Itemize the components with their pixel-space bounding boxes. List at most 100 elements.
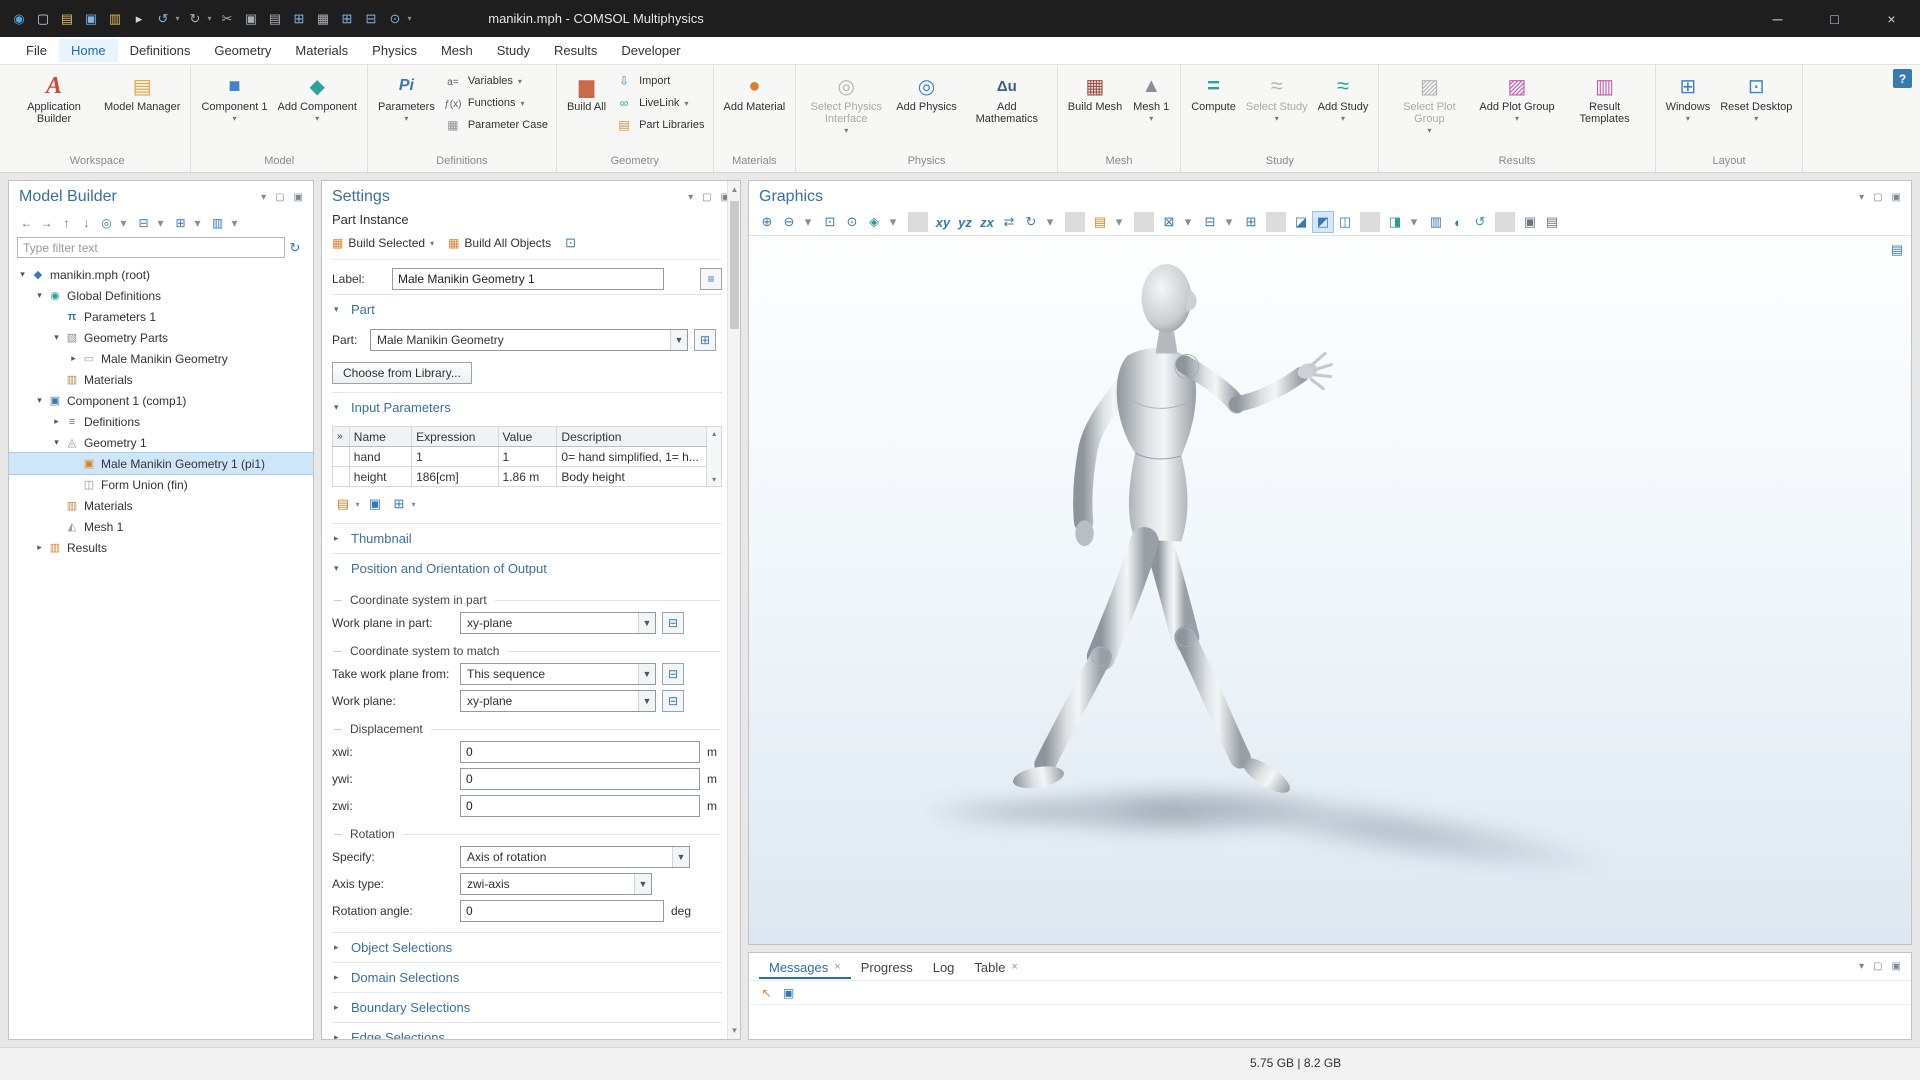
scene-settings-icon[interactable]: ▤ — [1090, 212, 1110, 232]
tree-item-geometry-parts[interactable]: ▾Geometry Parts — [9, 327, 313, 348]
dock-panel-icon[interactable]: ▣ — [294, 192, 303, 203]
reset-desktop-button[interactable]: Reset Desktop ▾ — [1716, 68, 1796, 126]
section-object-selections[interactable]: ▸ Object Selections — [332, 932, 722, 962]
column-header[interactable]: Name — [349, 427, 411, 447]
float-panel-icon[interactable]: ▢ — [275, 192, 284, 203]
redo-icon[interactable]: ↻ — [184, 8, 206, 30]
deselect-menu-icon[interactable]: ▾ — [1219, 212, 1239, 232]
ywi-input[interactable] — [460, 768, 700, 790]
menu-tab-materials[interactable]: Materials — [283, 39, 360, 62]
result-templates-button[interactable]: Result Templates — [1561, 68, 1649, 128]
build-all-objects-button[interactable]: ▦ Build All Objects — [448, 236, 551, 250]
param-expression[interactable]: 186[cm] — [412, 467, 498, 487]
clip-plane-icon[interactable]: ◨ — [1385, 212, 1405, 232]
tab-messages[interactable]: Messages × — [759, 955, 851, 979]
variables-button[interactable]: Variables ▾ — [443, 72, 548, 90]
open-file-icon[interactable]: ▤ — [56, 8, 78, 30]
go-to-part-icon[interactable]: ⊞ — [694, 329, 716, 351]
load-menu-icon[interactable]: ▾ — [353, 493, 362, 515]
undo-icon[interactable]: ↺ — [152, 8, 174, 30]
expander-icon[interactable]: ▾ — [32, 290, 47, 301]
go-to-zx-view-icon[interactable]: zx — [977, 212, 997, 232]
float-panel-icon[interactable]: ▢ — [1873, 961, 1882, 972]
separator[interactable] — [1134, 212, 1154, 232]
menu-tab-definitions[interactable]: Definitions — [118, 39, 203, 62]
scene-menu-icon[interactable]: ▾ — [1109, 212, 1129, 232]
go-forward-icon[interactable]: → — [37, 213, 56, 232]
go-to-xy-view-icon[interactable]: xy — [933, 212, 953, 232]
scroll-down-icon[interactable]: ▼ — [728, 1026, 741, 1035]
preview-icon[interactable]: ▸ — [128, 8, 150, 30]
environment-reset-icon[interactable]: ↺ — [1470, 212, 1490, 232]
parameters-button[interactable]: Parameters ▾ — [374, 68, 439, 126]
section-position-orientation[interactable]: ▾ Position and Orientation of Output — [332, 553, 722, 583]
add-mathematics-button[interactable]: Add Mathematics — [963, 68, 1051, 128]
table-select-all[interactable]: » — [333, 427, 350, 447]
menu-tab-developer[interactable]: Developer — [609, 39, 692, 62]
select-study-button[interactable]: Select Study ▾ — [1242, 68, 1312, 126]
print-icon[interactable]: ▤ — [1542, 212, 1562, 232]
zoom-tool-icon[interactable]: ⊙ — [384, 8, 406, 30]
expander-icon[interactable]: ▾ — [32, 395, 47, 406]
go-to-source-icon[interactable]: ↖ — [757, 983, 776, 1002]
menu-tab-study[interactable]: Study — [485, 39, 542, 62]
panel-menu-icon[interactable]: ▾ — [688, 192, 693, 203]
expander-icon[interactable]: ▸ — [66, 353, 81, 364]
tree-item-root[interactable]: ▾manikin.mph (root) — [9, 264, 313, 285]
scroll-up-icon[interactable]: ▲ — [728, 185, 741, 194]
load-from-file-icon[interactable]: ▤ — [332, 493, 354, 515]
float-panel-icon[interactable]: ▢ — [702, 192, 711, 203]
dock-panel-icon[interactable]: ▣ — [1892, 192, 1901, 203]
panel-menu-icon[interactable]: ▾ — [1859, 192, 1864, 203]
tree-item-male-manikin-geometry[interactable]: ▸Male Manikin Geometry — [9, 348, 313, 369]
menu-tab-home[interactable]: Home — [59, 39, 118, 62]
duplicate-icon[interactable]: ⊞ — [288, 8, 310, 30]
xwi-input[interactable] — [460, 741, 700, 763]
refresh-filter-icon[interactable]: ↻ — [285, 240, 305, 256]
add-table-icon[interactable]: ⊞ — [336, 8, 358, 30]
scroll-down-icon[interactable]: ▾ — [712, 475, 716, 484]
dock-panel-icon[interactable]: ▣ — [1892, 961, 1901, 972]
separator[interactable] — [1065, 212, 1085, 232]
parameter-row-hand[interactable]: hand 1 1 0= hand simplified, 1= h... — [333, 447, 707, 467]
build-selected-button[interactable]: ▦ Build Selected ▾ — [332, 236, 434, 250]
go-to-default-view-icon[interactable]: ◈ — [864, 212, 884, 232]
go-to-work-plane-icon[interactable]: ⊟ — [662, 612, 684, 634]
tab-table[interactable]: Table × — [964, 955, 1028, 979]
param-name[interactable]: height — [349, 467, 411, 487]
windows-button[interactable]: Windows ▾ — [1662, 68, 1715, 126]
qat-menu-icon[interactable]: ▾ — [405, 8, 414, 30]
tree-item-parameters[interactable]: Parameters 1 — [9, 306, 313, 327]
section-input-parameters[interactable]: ▾ Input Parameters — [332, 392, 722, 422]
scrollbar-thumb[interactable] — [730, 201, 739, 329]
tree-item-mesh1[interactable]: Mesh 1 — [9, 516, 313, 537]
redo-menu-icon[interactable]: ▾ — [205, 8, 214, 30]
menu-tab-geometry[interactable]: Geometry — [202, 39, 283, 62]
take-work-plane-select[interactable]: This sequence ▼ — [460, 663, 656, 685]
zoom-menu-icon[interactable]: ▾ — [798, 212, 818, 232]
work-plane-select[interactable]: xy-plane ▼ — [460, 690, 656, 712]
copy-table-icon[interactable]: ⊞ — [388, 493, 410, 515]
zoom-extents-icon[interactable]: ⊡ — [820, 212, 840, 232]
compute-button[interactable]: Compute — [1187, 68, 1240, 116]
expander-icon[interactable]: ▾ — [49, 437, 64, 448]
rotate-menu-icon[interactable]: ▾ — [1040, 212, 1060, 232]
tab-progress[interactable]: Progress — [851, 955, 923, 979]
tree-item-definitions[interactable]: ▸Definitions — [9, 411, 313, 432]
expander-icon[interactable]: ▾ — [49, 332, 64, 343]
section-edge-selections[interactable]: ▸ Edge Selections — [332, 1022, 722, 1039]
zoom-in-icon[interactable]: ⊕ — [757, 212, 777, 232]
tree-item-results[interactable]: ▸Results — [9, 537, 313, 558]
tree-filter-input[interactable] — [17, 237, 285, 258]
comsol-logo-icon[interactable]: ◉ — [8, 8, 30, 30]
rotation-angle-input[interactable] — [460, 900, 664, 922]
expander-icon[interactable]: ▾ — [15, 269, 30, 280]
copy-icon[interactable]: ▣ — [240, 8, 262, 30]
deselect-box-icon[interactable]: ⊟ — [1200, 212, 1220, 232]
select-box-icon[interactable]: ⊠ — [1159, 212, 1179, 232]
mesh1-button[interactable]: Mesh 1 ▾ — [1128, 68, 1174, 126]
zoom-to-selection-icon[interactable]: ⊙ — [842, 212, 862, 232]
model-manager-button[interactable]: Model Manager — [100, 68, 184, 116]
tree-item-global-definitions[interactable]: ▾Global Definitions — [9, 285, 313, 306]
go-to-sequence-icon[interactable]: ⊟ — [662, 663, 684, 685]
